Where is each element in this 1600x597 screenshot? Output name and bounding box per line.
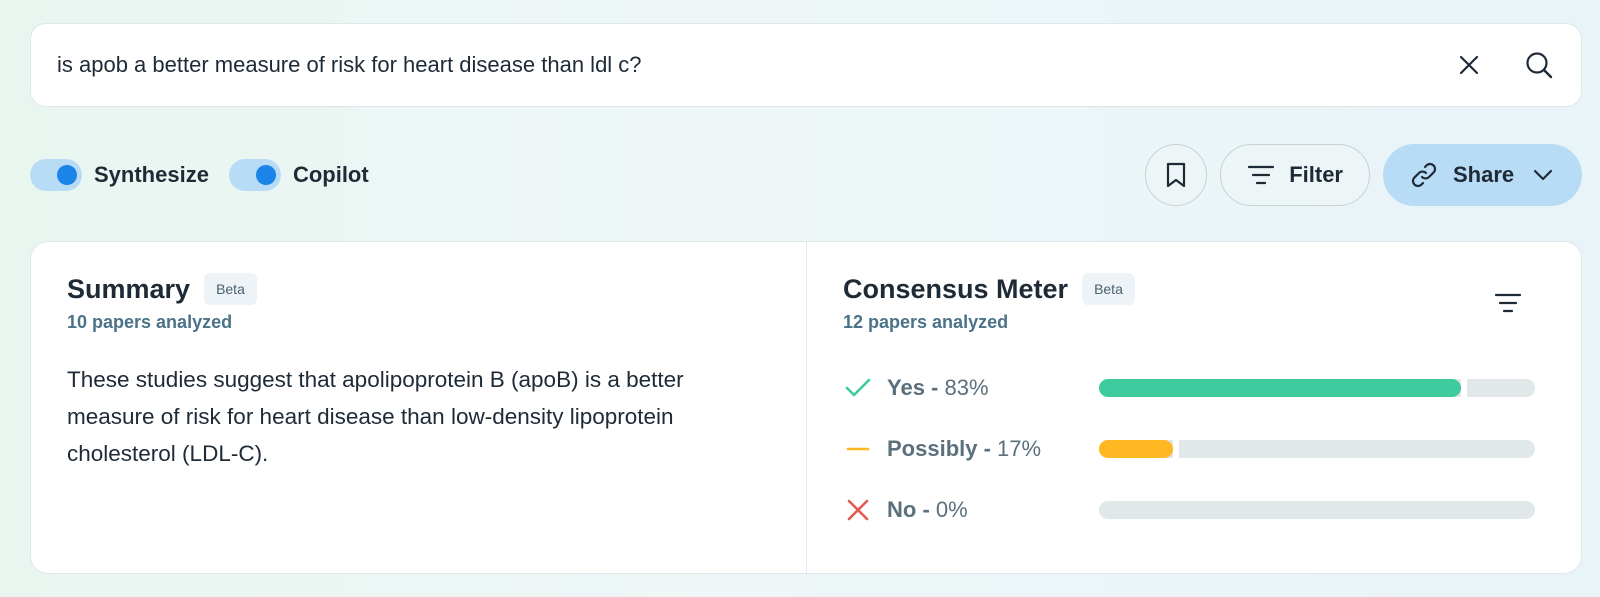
toolbar-actions: Filter Share bbox=[1145, 144, 1582, 206]
meter-label-text: No bbox=[887, 496, 917, 522]
consensus-header: Consensus Meter Beta bbox=[843, 272, 1545, 306]
consensus-meter: Yes - 83% Possibly - 17% No - 0% bbox=[843, 357, 1545, 540]
toggle-group: Synthesize Copilot bbox=[30, 159, 369, 191]
summary-panel: Summary Beta 10 papers analyzed These st… bbox=[31, 242, 807, 573]
summary-text: These studies suggest that apolipoprotei… bbox=[67, 367, 684, 466]
bookmark-button[interactable] bbox=[1145, 144, 1208, 206]
toolbar: Synthesize Copilot Filter Share bbox=[30, 143, 1582, 207]
x-icon bbox=[843, 495, 873, 525]
summary-header: Summary Beta bbox=[67, 272, 770, 306]
check-icon bbox=[843, 373, 873, 403]
filter-icon bbox=[1248, 165, 1275, 185]
share-button[interactable]: Share bbox=[1383, 144, 1582, 206]
meter-row-possibly: Possibly - 17% bbox=[843, 418, 1545, 479]
meter-label: No - 0% bbox=[887, 496, 968, 522]
meter-bar-track bbox=[1099, 500, 1535, 519]
meter-row-no: No - 0% bbox=[843, 479, 1545, 540]
meter-label: Possibly - 17% bbox=[887, 435, 1042, 461]
filter-label: Filter bbox=[1289, 162, 1343, 187]
search-input[interactable] bbox=[57, 52, 1451, 78]
meter-percent: 83% bbox=[944, 374, 989, 400]
meter-label-text: Yes bbox=[887, 374, 925, 400]
close-icon[interactable] bbox=[1451, 47, 1487, 83]
meter-bar-track bbox=[1099, 439, 1535, 458]
synthesize-toggle[interactable]: Synthesize bbox=[30, 159, 209, 191]
bookmark-icon bbox=[1167, 162, 1186, 188]
consensus-title: Consensus Meter bbox=[843, 273, 1069, 304]
synthesize-label: Synthesize bbox=[94, 162, 209, 187]
meter-label-text: Possibly bbox=[887, 435, 978, 461]
meter-bar-track bbox=[1099, 378, 1535, 397]
meter-label: Yes - 83% bbox=[887, 374, 989, 400]
copilot-label: Copilot bbox=[292, 162, 369, 187]
toggle-switch[interactable] bbox=[228, 159, 281, 191]
link-icon bbox=[1411, 162, 1437, 188]
beta-badge: Beta bbox=[1082, 273, 1135, 305]
summary-title: Summary bbox=[67, 273, 191, 304]
share-label: Share bbox=[1453, 162, 1515, 187]
toggle-knob bbox=[255, 165, 276, 185]
chevron-down-icon bbox=[1533, 169, 1553, 181]
beta-badge: Beta bbox=[204, 273, 257, 305]
toggle-switch[interactable] bbox=[30, 159, 82, 191]
summary-papers-count: 10 papers analyzed bbox=[67, 312, 233, 332]
meter-bar-fill bbox=[1099, 439, 1179, 458]
consensus-panel: Consensus Meter Beta 12 papers analyzed … bbox=[807, 242, 1581, 573]
filter-button[interactable]: Filter bbox=[1220, 144, 1370, 206]
consensus-papers-count: 12 papers analyzed bbox=[843, 312, 1009, 332]
results-card: Summary Beta 10 papers analyzed These st… bbox=[30, 241, 1582, 574]
meter-row-yes: Yes - 83% bbox=[843, 357, 1545, 418]
consensus-filter-button[interactable] bbox=[1491, 286, 1525, 320]
search-bar bbox=[30, 23, 1582, 107]
toggle-knob bbox=[57, 165, 77, 185]
meter-percent: 17% bbox=[997, 435, 1042, 461]
copilot-toggle[interactable]: Copilot bbox=[228, 159, 369, 191]
search-actions bbox=[1451, 47, 1557, 83]
filter-icon bbox=[1494, 293, 1522, 313]
dash-icon bbox=[843, 434, 873, 464]
meter-percent: 0% bbox=[935, 496, 968, 522]
search-icon[interactable] bbox=[1521, 47, 1557, 83]
meter-bar-fill bbox=[1099, 378, 1467, 397]
